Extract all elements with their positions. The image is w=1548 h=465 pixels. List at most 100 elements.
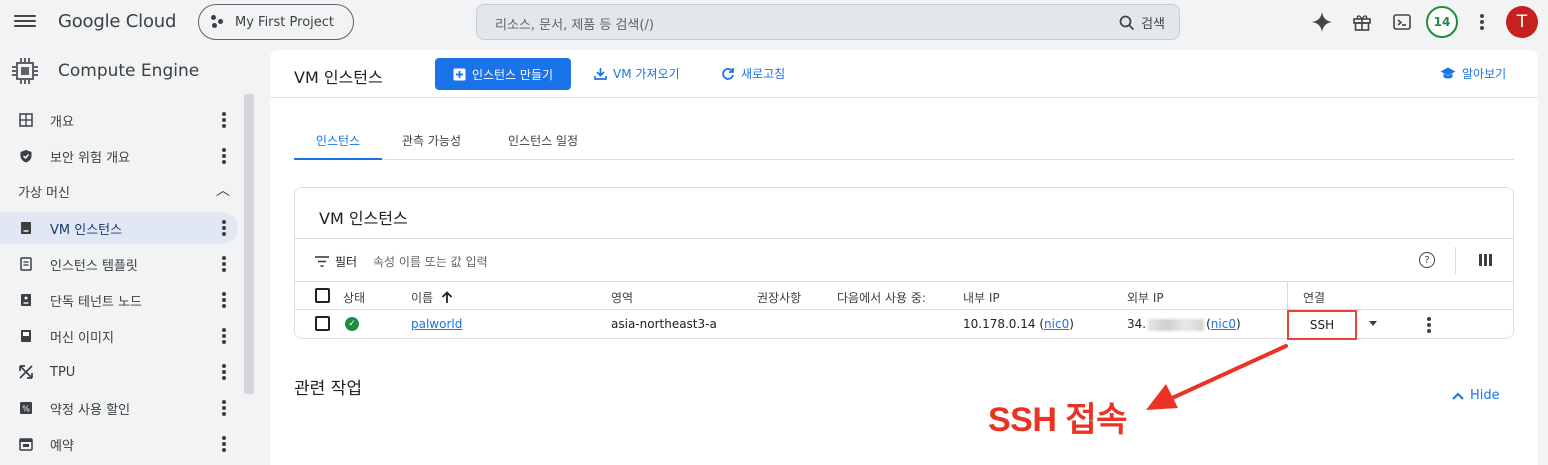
project-selector[interactable]: My First Project [198, 4, 354, 40]
refresh-button[interactable]: 새로고침 [721, 65, 785, 82]
more-vert-icon[interactable] [222, 112, 226, 128]
more-vert-icon[interactable] [222, 364, 226, 380]
project-icon [211, 15, 225, 29]
sidebar-item-committed-use-discounts[interactable]: % 약정 사용 할인 [0, 392, 238, 424]
svg-text:%: % [22, 405, 30, 414]
select-all-checkbox[interactable] [315, 288, 330, 303]
tpu-icon [18, 364, 34, 380]
col-zone[interactable]: 영역 [611, 289, 633, 306]
sidebar-item-tpu[interactable]: TPU [0, 356, 238, 388]
internal-nic-link[interactable]: nic0 [1044, 317, 1069, 331]
sidebar-item-label: 예약 [50, 438, 74, 454]
vm-icon [18, 220, 34, 236]
internal-ip: 10.178.0.14 [963, 317, 1036, 331]
vm-instances-card: VM 인스턴스 필터 속성 이름 또는 값 입력 ? 상태 이름 영역 권장사항… [294, 187, 1514, 340]
create-instance-button[interactable]: 인스턴스 만들기 [435, 58, 571, 90]
hide-button[interactable]: Hide [1452, 388, 1500, 403]
sidebar-item-overview[interactable]: 개요 [0, 104, 238, 136]
search-icon [1119, 15, 1135, 30]
search-input[interactable]: 리소스, 문서, 제품 등 검색(/) [495, 14, 654, 33]
ssh-button[interactable]: SSH [1287, 310, 1357, 340]
redacted-ip [1148, 318, 1205, 331]
sidebar-item-label: TPU [50, 364, 76, 380]
search-button[interactable]: 검색 [1119, 13, 1165, 32]
template-icon [18, 256, 34, 272]
external-nic-link[interactable]: nic0 [1211, 317, 1236, 331]
school-icon [1440, 67, 1456, 79]
notification-badge[interactable]: 14 [1426, 6, 1458, 38]
more-vert-icon[interactable] [222, 436, 226, 452]
import-vm-label: VM 가져오기 [613, 67, 680, 81]
sidebar-item-sole-tenant-nodes[interactable]: 단독 테넌트 노드 [0, 284, 238, 316]
menu-icon[interactable] [14, 12, 36, 30]
avatar[interactable]: T [1506, 6, 1538, 38]
more-vert-icon[interactable] [222, 256, 226, 272]
instance-name-link[interactable]: palworld [411, 317, 462, 331]
instance-zone: asia-northeast3-a [611, 317, 717, 331]
row-more-vert-icon[interactable] [1427, 317, 1431, 335]
table-row: ✓ palworld asia-northeast3-a 10.178.0.14… [295, 310, 1513, 340]
more-vert-icon[interactable] [222, 292, 226, 308]
internal-ip-cell: 10.178.0.14 (nic0) [963, 317, 1074, 331]
main-panel: VM 인스턴스 인스턴스 만들기 VM 가져오기 새로고침 알아보기 인스턴스 … [270, 50, 1538, 465]
sidebar-item-instance-templates[interactable]: 인스턴스 템플릿 [0, 248, 238, 280]
google-cloud-logo[interactable]: Google Cloud [58, 11, 176, 32]
gemini-sparkle-icon[interactable] [1310, 10, 1334, 34]
sidebar-scrollbar[interactable] [244, 94, 254, 394]
refresh-label: 새로고침 [741, 67, 786, 81]
instance-name[interactable]: palworld [411, 317, 462, 331]
learn-button[interactable]: 알아보기 [1440, 65, 1506, 82]
external-ip-cell: 34. (nic0) [1127, 317, 1241, 331]
sidebar: Compute Engine 개요 보안 위험 개요 가상 머신 ︿ VM 인스… [0, 44, 258, 465]
column-separator [1287, 282, 1288, 310]
column-display-icon[interactable] [1479, 254, 1492, 266]
tab-bar: 인스턴스 관측 가능성 인스턴스 일정 [294, 128, 1514, 160]
more-vert-icon[interactable] [222, 328, 226, 344]
node-icon [18, 292, 34, 308]
more-vert-icon[interactable] [222, 220, 226, 236]
annotation-label: SSH 접속 [988, 401, 1127, 439]
calendar-icon [18, 436, 34, 452]
sidebar-item-security-overview[interactable]: 보안 위험 개요 [0, 140, 238, 172]
learn-label: 알아보기 [1462, 67, 1507, 81]
percent-icon: % [18, 400, 34, 416]
sidebar-item-label: 머신 이미지 [50, 330, 114, 346]
chevron-up-icon[interactable]: ︿ [216, 180, 230, 200]
help-icon[interactable]: ? [1419, 252, 1435, 268]
filter-row: 필터 속성 이름 또는 값 입력 ? [295, 238, 1513, 282]
col-recommendations[interactable]: 권장사항 [757, 289, 801, 306]
col-connect[interactable]: 연결 [1303, 289, 1325, 306]
sidebar-group-label: 가상 머신 [18, 186, 70, 201]
more-vert-icon[interactable] [222, 400, 226, 416]
tab-instance-schedules[interactable]: 인스턴스 일정 [508, 132, 578, 160]
tab-observability[interactable]: 관측 가능성 [402, 132, 461, 160]
sidebar-item-machine-images[interactable]: 머신 이미지 [0, 320, 238, 352]
filter-input[interactable]: 속성 이름 또는 값 입력 [373, 253, 488, 270]
card-title: VM 인스턴스 [319, 209, 408, 228]
sidebar-item-vm-instances[interactable]: VM 인스턴스 [0, 212, 238, 244]
related-actions-title: 관련 작업 [294, 379, 362, 399]
compute-engine-icon [12, 58, 38, 84]
sidebar-group-virtual-machines[interactable]: 가상 머신 ︿ [18, 182, 230, 201]
col-name[interactable]: 이름 [411, 289, 453, 306]
search-button-label: 검색 [1141, 17, 1165, 32]
col-internal-ip[interactable]: 내부 IP [963, 289, 1000, 306]
gift-icon[interactable] [1350, 10, 1374, 34]
external-ip-prefix: 34. [1127, 317, 1147, 331]
ssh-dropdown-caret-icon[interactable] [1369, 321, 1377, 326]
tab-instances[interactable]: 인스턴스 [294, 132, 382, 160]
col-external-ip[interactable]: 외부 IP [1127, 289, 1164, 306]
filter-button[interactable]: 필터 [315, 253, 357, 270]
page-title: VM 인스턴스 [294, 68, 383, 87]
cloud-shell-icon[interactable] [1390, 10, 1414, 34]
col-in-use-by[interactable]: 다음에서 사용 중: [837, 289, 926, 306]
col-status[interactable]: 상태 [343, 289, 365, 306]
more-vert-icon[interactable] [1470, 10, 1494, 34]
sidebar-item-reservations[interactable]: 예약 [0, 428, 238, 460]
search-bar[interactable]: 리소스, 문서, 제품 등 검색(/) 검색 [476, 4, 1180, 40]
row-checkbox[interactable] [315, 316, 330, 331]
more-vert-icon[interactable] [222, 148, 226, 164]
top-bar: Google Cloud My First Project 리소스, 문서, 제… [0, 0, 1548, 44]
import-vm-button[interactable]: VM 가져오기 [594, 65, 680, 82]
shield-icon [18, 148, 34, 164]
